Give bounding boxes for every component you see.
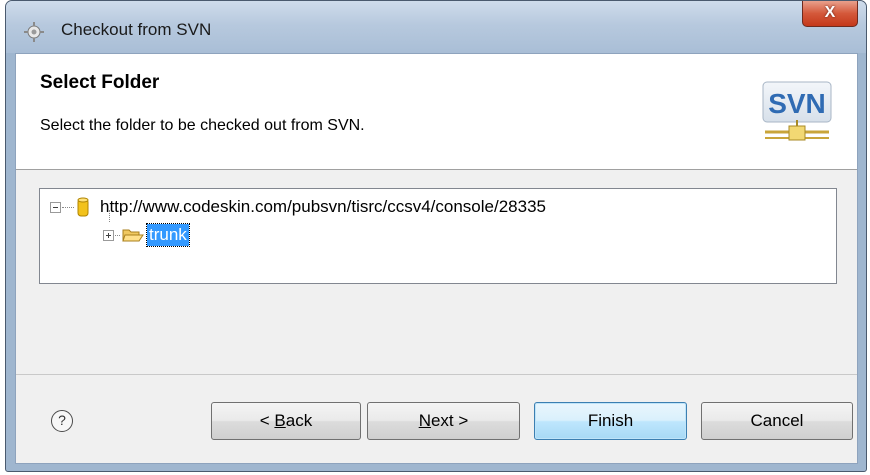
tree-item-root[interactable]: http://www.codeskin.com/pubsvn/tisrc/ccs…	[50, 195, 546, 219]
next-button-rest: ext >	[430, 411, 469, 430]
repository-icon	[76, 196, 90, 218]
title-bar[interactable]: Checkout from SVN X	[6, 1, 866, 53]
dialog-window: Checkout from SVN X Select Folder Select…	[5, 0, 867, 472]
tree-item-trunk-label: trunk	[146, 223, 190, 247]
folder-icon	[122, 227, 144, 243]
next-button-mnemonic: N	[418, 411, 431, 430]
cancel-button[interactable]: Cancel	[701, 402, 853, 440]
finish-button-label: Finish	[587, 411, 634, 430]
svn-logo-text: SVN	[768, 88, 826, 119]
eclipse-app-icon	[23, 21, 45, 43]
tree-item-root-label: http://www.codeskin.com/pubsvn/tisrc/ccs…	[100, 197, 546, 216]
page-title: Select Folder	[40, 72, 160, 93]
dialog-client-area: Select Folder Select the folder to be ch…	[15, 53, 858, 464]
svn-logo-icon: SVN	[761, 80, 833, 146]
wizard-header: Select Folder Select the folder to be ch…	[16, 54, 857, 170]
footer-divider	[16, 374, 857, 375]
help-icon: ?	[58, 412, 66, 428]
tree-item-trunk[interactable]: trunk	[103, 223, 190, 247]
tree-connector	[115, 234, 120, 236]
page-description: Select the folder to be checked out from…	[40, 117, 365, 134]
folder-tree[interactable]: http://www.codeskin.com/pubsvn/tisrc/ccs…	[39, 188, 837, 284]
back-button-prefix: <	[259, 411, 275, 430]
tree-connector	[62, 206, 74, 208]
next-button[interactable]: Next >	[367, 402, 520, 440]
close-icon: X	[824, 4, 836, 21]
collapse-icon[interactable]	[50, 201, 61, 213]
back-button-mnemonic: B	[274, 411, 286, 430]
expand-icon[interactable]	[103, 229, 114, 241]
close-button[interactable]: X	[802, 1, 858, 27]
window-title: Checkout from SVN	[61, 20, 212, 39]
cancel-button-label: Cancel	[750, 411, 804, 430]
back-button[interactable]: < Back	[211, 402, 361, 440]
finish-button[interactable]: Finish	[534, 402, 687, 440]
back-button-rest: ack	[285, 411, 313, 430]
help-button[interactable]: ?	[51, 410, 73, 432]
tree-guide-line	[109, 210, 110, 222]
